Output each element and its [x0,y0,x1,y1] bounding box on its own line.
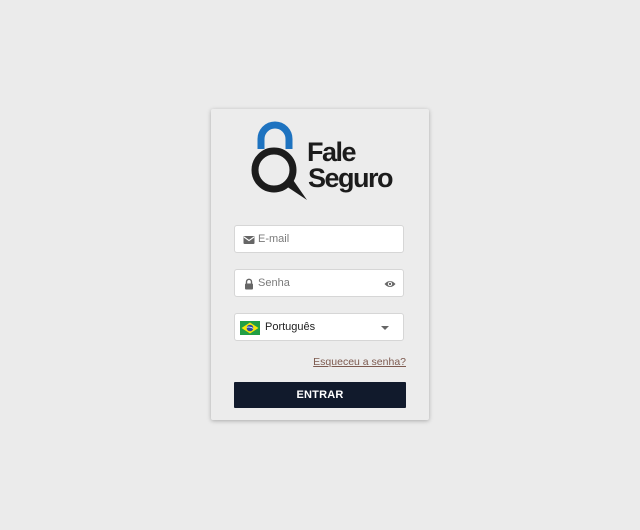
login-button[interactable]: ENTRAR [234,382,406,408]
forgot-password-link[interactable]: Esqueceu a senha? [313,356,406,368]
logo-text-seguro: Seguro [308,163,393,193]
password-field[interactable]: Senha [234,269,404,297]
password-placeholder: Senha [258,277,290,289]
eye-icon[interactable] [384,279,396,289]
email-field[interactable]: E-mail [234,225,404,253]
lock-icon [245,278,253,290]
email-placeholder: E-mail [258,233,290,245]
language-select[interactable]: Português [234,313,404,341]
fale-seguro-logo: Fale Seguro [251,121,394,200]
login-card: Fale Seguro E-mail Senha Português Esque… [211,109,429,420]
language-selected-value: Português [265,321,316,333]
logo-lock-shackle [257,121,293,149]
envelope-icon [243,236,255,244]
brazil-flag-icon [240,321,260,335]
chevron-down-icon[interactable] [381,326,389,330]
